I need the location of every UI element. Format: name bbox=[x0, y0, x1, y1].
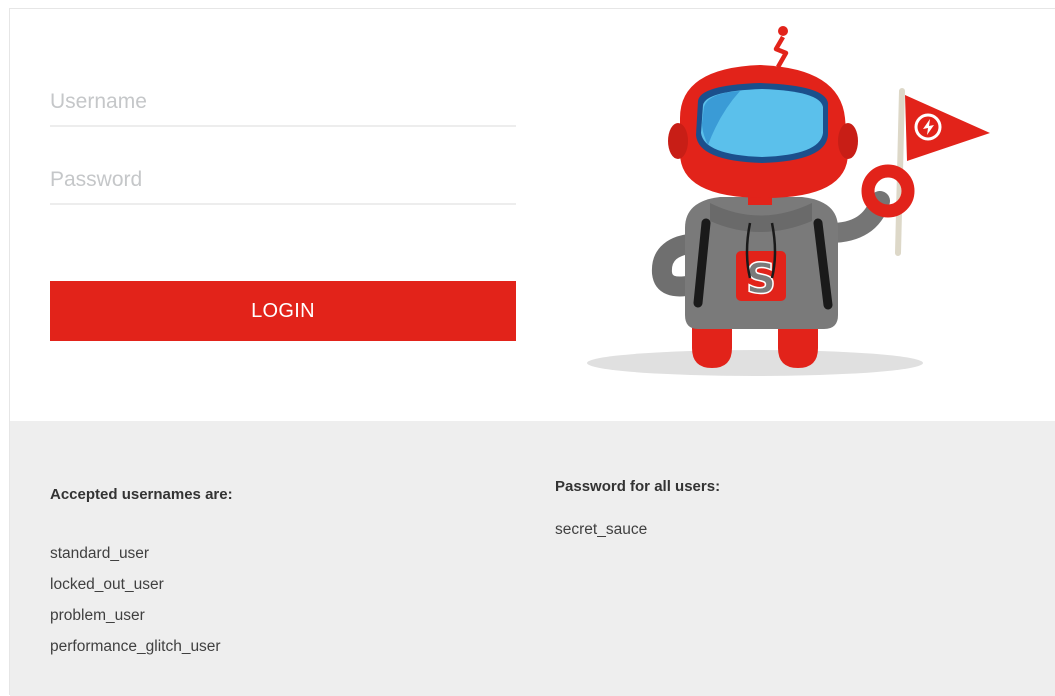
password-value: secret_sauce bbox=[555, 521, 648, 538]
antenna bbox=[773, 35, 789, 69]
username-input[interactable] bbox=[50, 79, 516, 127]
mascot-shadow bbox=[587, 350, 923, 376]
username-item: standard_user bbox=[50, 545, 150, 562]
antenna-tip bbox=[778, 26, 788, 36]
username-item: problem_user bbox=[50, 607, 145, 624]
login-button[interactable]: LOGIN bbox=[50, 281, 516, 341]
pennant-flag bbox=[905, 95, 990, 161]
password-heading: Password for all users: bbox=[555, 478, 721, 495]
robot-mascot-icon: S bbox=[587, 26, 990, 376]
shirt-letter: S bbox=[746, 254, 776, 303]
usernames-heading: Accepted usernames are: bbox=[50, 486, 233, 503]
right-hand bbox=[861, 164, 915, 218]
credentials-panel: Accepted usernames are: standard_user lo… bbox=[10, 421, 1055, 696]
login-page: LOGIN bbox=[9, 8, 1055, 696]
username-item: locked_out_user bbox=[50, 576, 164, 593]
username-item: performance_glitch_user bbox=[50, 638, 221, 655]
usernames-list: standard_user locked_out_user problem_us… bbox=[50, 538, 221, 662]
login-form-area: LOGIN bbox=[10, 9, 1055, 421]
password-input[interactable] bbox=[50, 157, 516, 205]
